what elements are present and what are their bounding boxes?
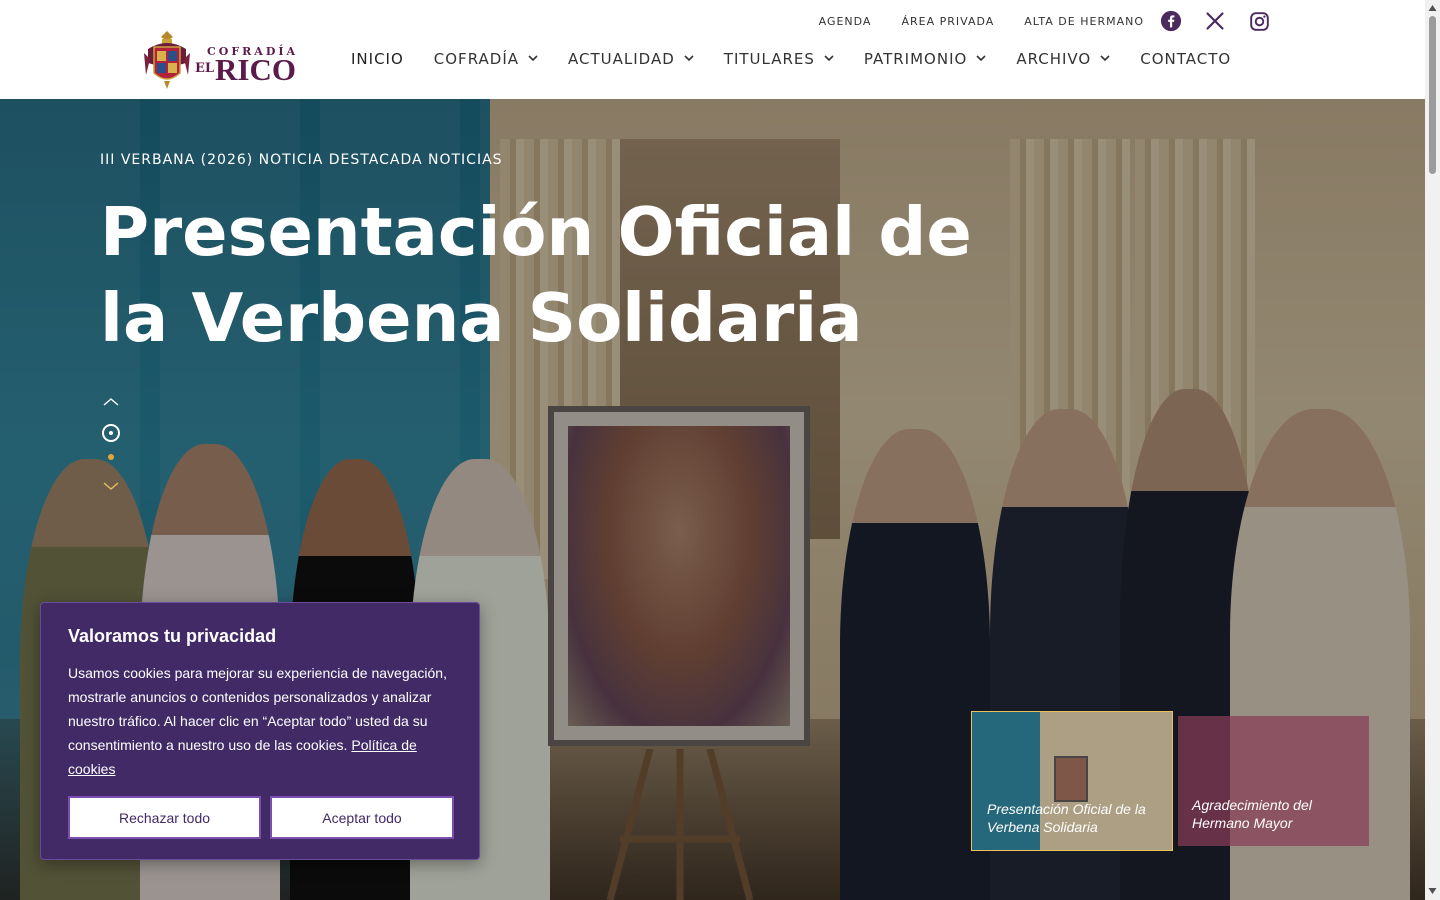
main-navigation: INICIO COFRADÍA ACTUALIDAD TITULARES PAT…	[351, 48, 1261, 70]
nav-label-patrimonio: PATRIMONIO	[863, 50, 968, 68]
nav-item-actualidad[interactable]: ACTUALIDAD	[568, 50, 694, 68]
crest-icon	[144, 31, 190, 89]
chevron-down-icon	[684, 55, 694, 62]
nav-item-contacto[interactable]: CONTACTO	[1140, 50, 1231, 68]
facebook-icon[interactable]	[1160, 10, 1182, 32]
chevron-up-icon[interactable]	[101, 395, 121, 409]
logo-el-text: EL	[195, 61, 215, 76]
nav-label-actualidad: ACTUALIDAD	[568, 50, 675, 68]
hero-title[interactable]: Presentación Oficial de la Verbena Solid…	[100, 189, 1000, 361]
chevron-down-icon	[1100, 55, 1110, 62]
reject-all-button[interactable]: Rechazar todo	[68, 796, 261, 839]
cookie-description: Usamos cookies para mejorar su experienc…	[68, 661, 458, 781]
pager-dot[interactable]	[108, 454, 114, 460]
chevron-down-icon[interactable]	[101, 479, 121, 493]
nav-item-cofradia[interactable]: COFRADÍA	[434, 50, 538, 68]
nav-label-archivo: ARCHIVO	[1016, 50, 1092, 68]
instagram-icon[interactable]	[1248, 10, 1270, 32]
scroll-down-icon[interactable]	[1428, 887, 1437, 895]
scrollbar-thumb[interactable]	[1429, 16, 1436, 174]
cookie-title: Valoramos tu privacidad	[68, 626, 277, 646]
chevron-down-icon	[528, 55, 538, 62]
nav-label-contacto: CONTACTO	[1140, 50, 1232, 68]
cookie-consent-banner: Valoramos tu privacidad Usamos cookies p…	[40, 602, 480, 860]
nav-label-inicio: INICIO	[351, 50, 404, 68]
scroll-up-icon[interactable]	[1428, 4, 1437, 12]
post-categories[interactable]: III VERBANA (2026) NOTICIA DESTACADA NOT…	[100, 152, 503, 168]
nav-label-cofradia: COFRADÍA	[433, 50, 520, 68]
slider-pager	[101, 395, 123, 495]
social-links	[1160, 10, 1270, 32]
logo-wordmark: COFRADÍA EL RICO	[195, 35, 305, 87]
logo-main-text: RICO	[215, 52, 296, 87]
nav-item-patrimonio[interactable]: PATRIMONIO	[864, 50, 986, 68]
nav-item-inicio[interactable]: INICIO	[351, 50, 404, 68]
page-scrollbar[interactable]	[1425, 0, 1440, 900]
thumbnail-caption: Presentación Oficial de la Verbena Solid…	[987, 801, 1146, 835]
chevron-down-icon	[824, 55, 834, 62]
nav-item-titulares[interactable]: TITULARES	[724, 50, 834, 68]
top-link-area-privada[interactable]: ÁREA PRIVADA	[901, 15, 994, 28]
nav-label-titulares: TITULARES	[723, 50, 815, 68]
chevron-down-icon	[976, 55, 986, 62]
pager-dot-active[interactable]	[102, 424, 120, 442]
accept-all-button[interactable]: Aceptar todo	[270, 796, 454, 839]
thumbnail-caption: Agradecimiento del Hermano Mayor	[1192, 797, 1312, 831]
site-header: COFRADÍA EL RICO AGENDA ÁREA PRIVADA ALT…	[0, 0, 1425, 99]
nav-item-archivo[interactable]: ARCHIVO	[1016, 50, 1110, 68]
x-icon[interactable]	[1204, 10, 1226, 32]
slide-thumbnail-2[interactable]: Agradecimiento del Hermano Mayor	[1178, 716, 1369, 846]
top-link-agenda[interactable]: AGENDA	[819, 15, 872, 28]
site-logo[interactable]: COFRADÍA EL RICO	[142, 28, 307, 92]
top-bar: AGENDA ÁREA PRIVADA ALTA DE HERMANO	[789, 8, 1270, 34]
slide-thumbnail-1[interactable]: Presentación Oficial de la Verbena Solid…	[971, 711, 1173, 851]
top-link-alta-hermano[interactable]: ALTA DE HERMANO	[1024, 15, 1144, 28]
